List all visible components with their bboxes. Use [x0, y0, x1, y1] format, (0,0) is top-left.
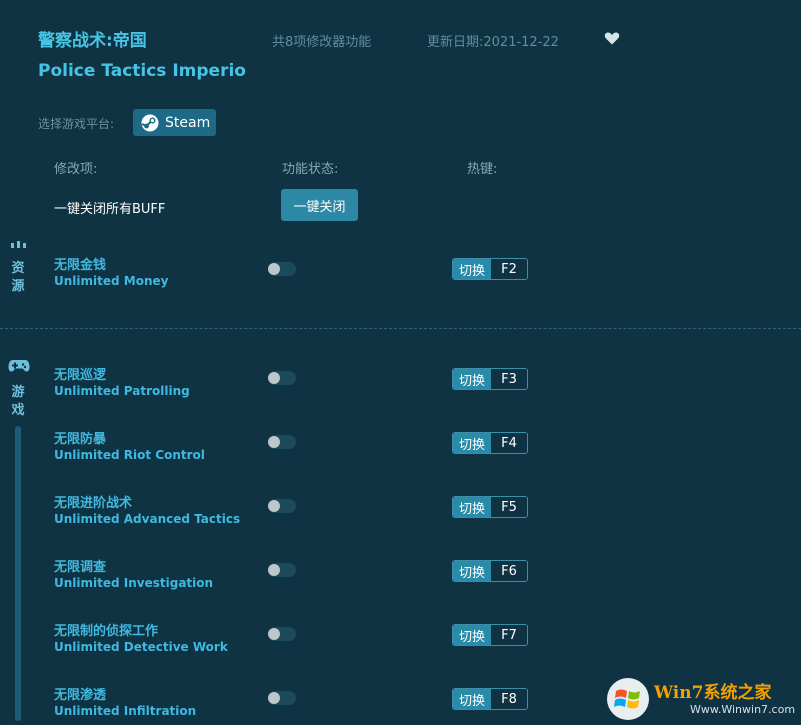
hotkey-button[interactable]: 切换 F6	[452, 560, 528, 582]
cheat-toggle[interactable]	[268, 262, 296, 276]
cheat-toggle[interactable]	[268, 371, 296, 385]
cheat-name-en: Unlimited Detective Work	[54, 640, 228, 654]
cheat-name-cn: 无限进阶战术	[54, 492, 240, 511]
toggle-knob	[268, 692, 280, 704]
cheat-name-cn: 无限调查	[54, 556, 213, 575]
cheat-item: 无限防暴 Unlimited Riot Control	[54, 428, 205, 462]
cheat-item: 无限渗透 Unlimited Infiltration	[54, 684, 196, 718]
cheat-name-en: Unlimited Infiltration	[54, 704, 196, 718]
cheat-name-en: Unlimited Advanced Tactics	[54, 512, 240, 526]
cheat-toggle[interactable]	[268, 435, 296, 449]
toggle-knob	[268, 436, 280, 448]
section-divider	[0, 328, 801, 329]
cheat-toggle[interactable]	[268, 691, 296, 705]
hotkey-key: F3	[491, 369, 527, 389]
hotkey-button[interactable]: 切换 F2	[452, 258, 528, 280]
toggle-knob	[268, 372, 280, 384]
windows-logo-icon	[605, 677, 651, 721]
toggle-knob	[268, 500, 280, 512]
update-date: 更新日期:2021-12-22	[427, 31, 559, 50]
hotkey-key: F7	[491, 625, 527, 645]
cheat-name-en: Unlimited Patrolling	[54, 384, 190, 398]
platform-label: 选择游戏平台:	[38, 115, 114, 132]
cheat-name-cn: 无限金钱	[54, 254, 168, 273]
section-resources-label: 资源	[11, 260, 25, 296]
cheat-name-en: Unlimited Investigation	[54, 576, 213, 590]
hotkey-switch-label: 切换	[453, 561, 491, 581]
cheat-item: 无限巡逻 Unlimited Patrolling	[54, 364, 190, 398]
resources-icon	[10, 241, 28, 249]
hotkey-button[interactable]: 切换 F5	[452, 496, 528, 518]
close-all-button[interactable]: 一键关闭	[281, 189, 358, 221]
hotkey-key: F2	[491, 259, 527, 279]
cheat-toggle[interactable]	[268, 627, 296, 641]
cheat-name-cn: 无限防暴	[54, 428, 205, 447]
toggle-knob	[268, 564, 280, 576]
hotkey-switch-label: 切换	[453, 689, 491, 709]
toggle-knob	[268, 628, 280, 640]
watermark-url: Www.Winwin7.com	[690, 703, 795, 716]
hotkey-key: F6	[491, 561, 527, 581]
feature-count: 共8项修改器功能	[272, 31, 371, 50]
hotkey-switch-label: 切换	[453, 625, 491, 645]
sidebar-scroll-rail[interactable]	[15, 426, 21, 721]
hotkey-button[interactable]: 切换 F4	[452, 432, 528, 454]
gamepad-icon	[8, 359, 30, 373]
hotkey-key: F4	[491, 433, 527, 453]
section-game-label: 游戏	[11, 384, 25, 420]
hotkey-switch-label: 切换	[453, 369, 491, 389]
cheat-name-cn: 无限巡逻	[54, 364, 190, 383]
hotkey-button[interactable]: 切换 F8	[452, 688, 528, 710]
close-all-buff-label: 一键关闭所有BUFF	[54, 198, 165, 217]
cheat-item: 无限金钱 Unlimited Money	[54, 254, 168, 288]
cheat-item: 无限调查 Unlimited Investigation	[54, 556, 213, 590]
hotkey-button[interactable]: 切换 F3	[452, 368, 528, 390]
game-title-en: Police Tactics Imperio	[38, 61, 246, 81]
cheat-name-cn: 无限渗透	[54, 684, 196, 703]
favorite-heart-icon[interactable]	[604, 30, 620, 46]
hotkey-switch-label: 切换	[453, 433, 491, 453]
hotkey-key: F8	[491, 689, 527, 709]
steam-button-label: Steam	[165, 115, 210, 131]
cheat-item: 无限制的侦探工作 Unlimited Detective Work	[54, 620, 228, 654]
hotkey-switch-label: 切换	[453, 497, 491, 517]
toggle-knob	[268, 263, 280, 275]
hotkey-switch-label: 切换	[453, 259, 491, 279]
cheat-toggle[interactable]	[268, 563, 296, 577]
game-title-cn: 警察战术:帝国	[38, 26, 147, 51]
watermark-brand: Win7系统之家	[654, 678, 771, 703]
steam-icon	[141, 114, 159, 132]
hotkey-button[interactable]: 切换 F7	[452, 624, 528, 646]
column-mod: 修改项:	[54, 158, 97, 177]
cheat-name-en: Unlimited Money	[54, 274, 168, 288]
cheat-name-en: Unlimited Riot Control	[54, 448, 205, 462]
cheat-item: 无限进阶战术 Unlimited Advanced Tactics	[54, 492, 240, 526]
cheat-name-cn: 无限制的侦探工作	[54, 620, 228, 639]
column-status: 功能状态:	[282, 158, 338, 177]
cheat-toggle[interactable]	[268, 499, 296, 513]
steam-platform-button[interactable]: Steam	[133, 109, 216, 136]
column-hotkey: 热键:	[467, 158, 497, 177]
hotkey-key: F5	[491, 497, 527, 517]
